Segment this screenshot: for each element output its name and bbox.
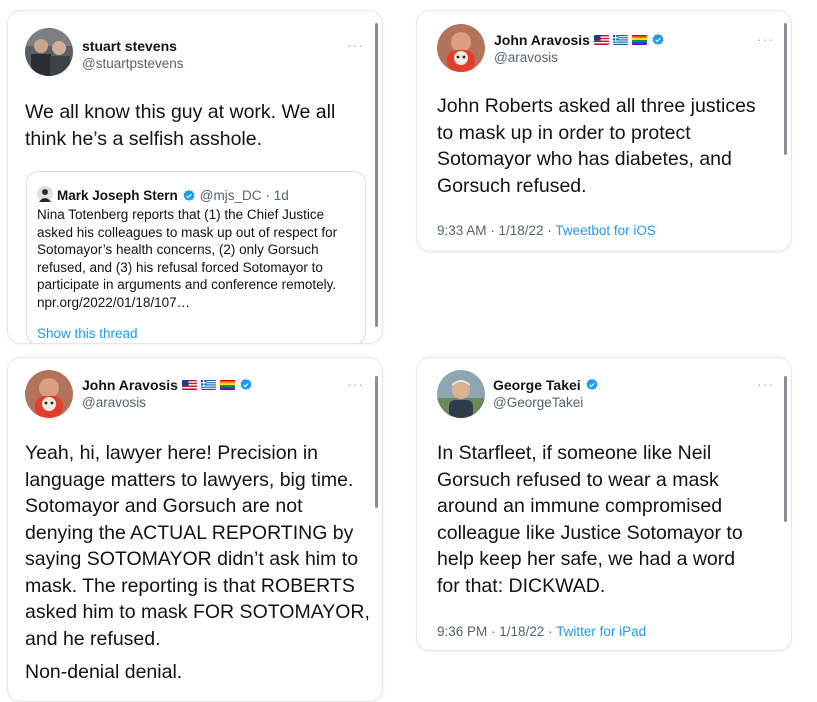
- tweet-text: We all know this guy at work. We all thi…: [25, 101, 336, 150]
- author-name-text[interactable]: John Aravosis: [82, 377, 178, 393]
- tweet-text: In Starfleet, if someone like Neil Gorsu…: [437, 442, 743, 597]
- author-name-text[interactable]: John Aravosis: [494, 32, 590, 48]
- verified-badge-icon: [652, 33, 664, 45]
- more-options-icon[interactable]: ···: [347, 37, 364, 53]
- author-name[interactable]: George Takei: [493, 377, 599, 393]
- tweet-card-stuart-stevens[interactable]: stuart stevens @stuartpstevens ··· We al…: [7, 10, 383, 344]
- tweet-card-george-takei[interactable]: George Takei @GeorgeTakei ··· In Starfle…: [416, 357, 792, 651]
- quoted-time: · 1d: [265, 188, 289, 203]
- us-flag-icon: [593, 35, 609, 45]
- author-handle[interactable]: @stuartpstevens: [82, 56, 184, 71]
- avatar[interactable]: [437, 370, 485, 418]
- more-options-icon[interactable]: ···: [757, 31, 774, 47]
- tweet-text: John Roberts asked all three justices to…: [437, 95, 756, 197]
- tweet-timestamp[interactable]: 9:33 AM · 1/18/22 ·: [437, 223, 555, 238]
- verified-badge-icon: [183, 189, 195, 201]
- tweet-card-john-aravosis[interactable]: John Aravosis @aravosis ··· John Roberts…: [416, 10, 792, 252]
- rainbow-flag-icon: [219, 380, 235, 390]
- author-name[interactable]: John Aravosis: [494, 32, 665, 48]
- more-options-icon[interactable]: ···: [347, 376, 364, 392]
- quoted-avatar: [37, 186, 53, 205]
- quoted-tweet-header: Mark Joseph Stern @mjs_DC · 1d: [37, 186, 289, 205]
- scrollbar[interactable]: [784, 23, 787, 155]
- author-handle[interactable]: @aravosis: [82, 395, 146, 410]
- author-name[interactable]: John Aravosis: [82, 377, 253, 393]
- tweet-text: Yeah, hi, lawyer here! Precision in lang…: [25, 442, 370, 650]
- rainbow-flag-icon: [631, 35, 647, 45]
- author-handle[interactable]: @aravosis: [494, 50, 558, 65]
- avatar[interactable]: [25, 28, 73, 76]
- avatar[interactable]: [25, 370, 73, 418]
- author-name-text[interactable]: stuart stevens: [82, 38, 177, 54]
- avatar[interactable]: [437, 24, 485, 72]
- more-options-icon[interactable]: ···: [757, 376, 774, 392]
- tweet-card-john-aravosis-reply[interactable]: John Aravosis @aravosis ··· Yeah, hi, la…: [7, 357, 383, 702]
- author-name-text[interactable]: George Takei: [493, 377, 581, 393]
- verified-badge-icon: [240, 378, 252, 390]
- tweet-meta: 9:33 AM · 1/18/22 · Tweetbot for iOS: [437, 223, 656, 238]
- greek-flag-icon: [200, 380, 216, 390]
- greek-flag-icon: [612, 35, 628, 45]
- quoted-author-name[interactable]: Mark Joseph Stern: [57, 188, 178, 203]
- show-thread-link[interactable]: Show this thread: [37, 326, 138, 341]
- tweet-source-link[interactable]: Tweetbot for iOS: [555, 223, 656, 238]
- tweet-text-continued: Non-denial denial.: [25, 661, 183, 683]
- tweet-source-link[interactable]: Twitter for iPad: [556, 624, 646, 639]
- quoted-tweet-text: Nina Totenberg reports that (1) the Chie…: [37, 207, 338, 310]
- scrollbar[interactable]: [375, 376, 378, 508]
- tweet-timestamp[interactable]: 9:36 PM · 1/18/22 ·: [437, 624, 556, 639]
- author-name[interactable]: stuart stevens: [82, 38, 177, 54]
- verified-badge-icon: [586, 378, 598, 390]
- scrollbar[interactable]: [784, 376, 787, 522]
- quoted-author-handle[interactable]: @mjs_DC: [200, 188, 262, 203]
- tweet-meta: 9:36 PM · 1/18/22 · Twitter for iPad: [437, 624, 646, 639]
- scrollbar[interactable]: [375, 23, 378, 327]
- author-handle[interactable]: @GeorgeTakei: [493, 395, 583, 410]
- quoted-tweet[interactable]: Mark Joseph Stern @mjs_DC · 1d Nina Tote…: [26, 171, 366, 343]
- us-flag-icon: [181, 380, 197, 390]
